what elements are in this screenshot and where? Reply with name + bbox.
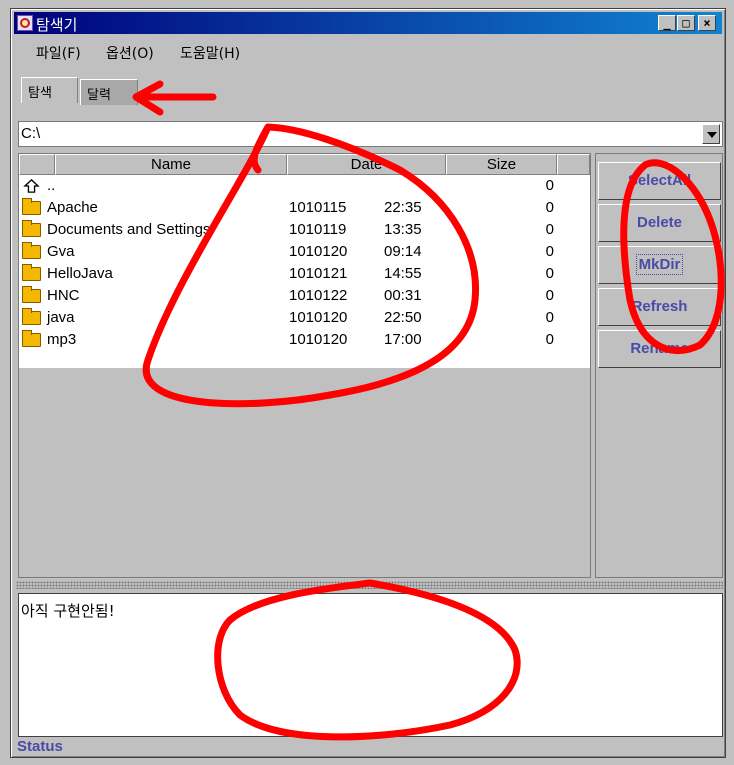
file-table[interactable]: Name Date Size .. 0 Apache 1010115 22:35…: [18, 153, 591, 578]
split-pane-divider[interactable]: [16, 581, 723, 589]
file-name: ..: [47, 177, 56, 194]
file-name: mp3: [47, 331, 77, 348]
menu-bar: 파일(F) 옵션(O) 도움말(H): [14, 38, 722, 62]
folder-icon: [22, 308, 41, 325]
file-size: 0: [545, 177, 554, 194]
file-size: 0: [545, 243, 554, 260]
file-time: 22:35: [384, 199, 422, 216]
minimize-button[interactable]: _: [658, 15, 676, 31]
file-date: 1010120: [289, 331, 348, 348]
tab-calendar[interactable]: 달력: [80, 79, 138, 105]
file-name: java: [47, 309, 75, 326]
folder-icon: [22, 286, 41, 303]
table-row[interactable]: Documents and Settings 1010119 13:35 0: [19, 219, 590, 241]
file-size: 0: [545, 331, 554, 348]
column-header-size[interactable]: Size: [446, 154, 557, 175]
file-date: 1010120: [289, 309, 348, 326]
app-icon: [17, 15, 33, 31]
column-header-name[interactable]: Name: [55, 154, 287, 175]
folder-icon: [22, 264, 41, 281]
message-text: 아직 구현안됨!: [21, 602, 115, 620]
file-name: HelloJava: [47, 265, 113, 282]
table-row[interactable]: Apache 1010115 22:35 0: [19, 197, 590, 219]
folder-icon: [22, 198, 41, 215]
delete-button[interactable]: Delete: [598, 204, 721, 242]
file-size: 0: [545, 265, 554, 282]
header-spacer: [19, 154, 55, 175]
file-time: 13:35: [384, 221, 422, 238]
select-all-button[interactable]: SelectAll: [598, 162, 721, 200]
file-size: 0: [545, 199, 554, 216]
column-header-date[interactable]: Date: [287, 154, 446, 175]
menu-help[interactable]: 도움말(H): [180, 43, 240, 63]
mkdir-label: MkDir: [635, 254, 684, 275]
up-directory-icon: [23, 179, 40, 193]
file-size: 0: [545, 287, 554, 304]
table-row[interactable]: HNC 1010122 00:31 0: [19, 285, 590, 307]
table-row[interactable]: java 1010120 22:50 0: [19, 307, 590, 329]
folder-icon: [22, 220, 41, 237]
file-date: 1010122: [289, 287, 348, 304]
file-date: 1010121: [289, 265, 348, 282]
file-time: 17:00: [384, 331, 422, 348]
file-size: 0: [545, 221, 554, 238]
file-name: Apache: [47, 199, 98, 216]
file-date: 1010120: [289, 243, 348, 260]
file-time: 00:31: [384, 287, 422, 304]
refresh-button[interactable]: Refresh: [598, 288, 721, 326]
path-value: C:\: [21, 125, 41, 142]
message-area[interactable]: 아직 구현안됨!: [18, 593, 723, 737]
action-button-panel: SelectAll Delete MkDir Refresh Rename: [595, 153, 723, 578]
file-name: HNC: [47, 287, 80, 304]
explorer-window: 탐색기 _ □ × 파일(F) 옵션(O) 도움말(H) 탐색 달력 C:\ N…: [10, 8, 726, 758]
table-row[interactable]: HelloJava 1010121 14:55 0: [19, 263, 590, 285]
file-name: Documents and Settings: [47, 221, 211, 238]
table-row[interactable]: mp3 1010120 17:00 0: [19, 329, 590, 351]
file-time: 22:50: [384, 309, 422, 326]
file-date: 1010119: [289, 221, 347, 238]
menu-options[interactable]: 옵션(O): [106, 43, 154, 63]
header-spacer: [557, 154, 590, 175]
folder-icon: [22, 330, 41, 347]
title-bar[interactable]: 탐색기 _ □ ×: [14, 12, 722, 34]
file-name: Gva: [47, 243, 75, 260]
rename-button[interactable]: Rename: [598, 330, 721, 368]
status-label: Status: [17, 738, 63, 755]
table-row[interactable]: .. 0: [19, 175, 590, 197]
table-row[interactable]: Gva 1010120 09:14 0: [19, 241, 590, 263]
mkdir-button[interactable]: MkDir: [598, 246, 721, 284]
maximize-button[interactable]: □: [677, 15, 695, 31]
file-time: 14:55: [384, 265, 422, 282]
menu-file[interactable]: 파일(F): [36, 43, 81, 63]
window-title: 탐색기: [36, 16, 78, 34]
file-date: 1010115: [289, 199, 347, 216]
folder-icon: [22, 242, 41, 259]
file-time: 09:14: [384, 243, 422, 260]
file-size: 0: [545, 309, 554, 326]
path-combobox[interactable]: C:\: [18, 121, 723, 147]
tab-search[interactable]: 탐색: [21, 77, 78, 103]
chevron-down-icon[interactable]: [702, 124, 720, 144]
close-button[interactable]: ×: [698, 15, 716, 31]
